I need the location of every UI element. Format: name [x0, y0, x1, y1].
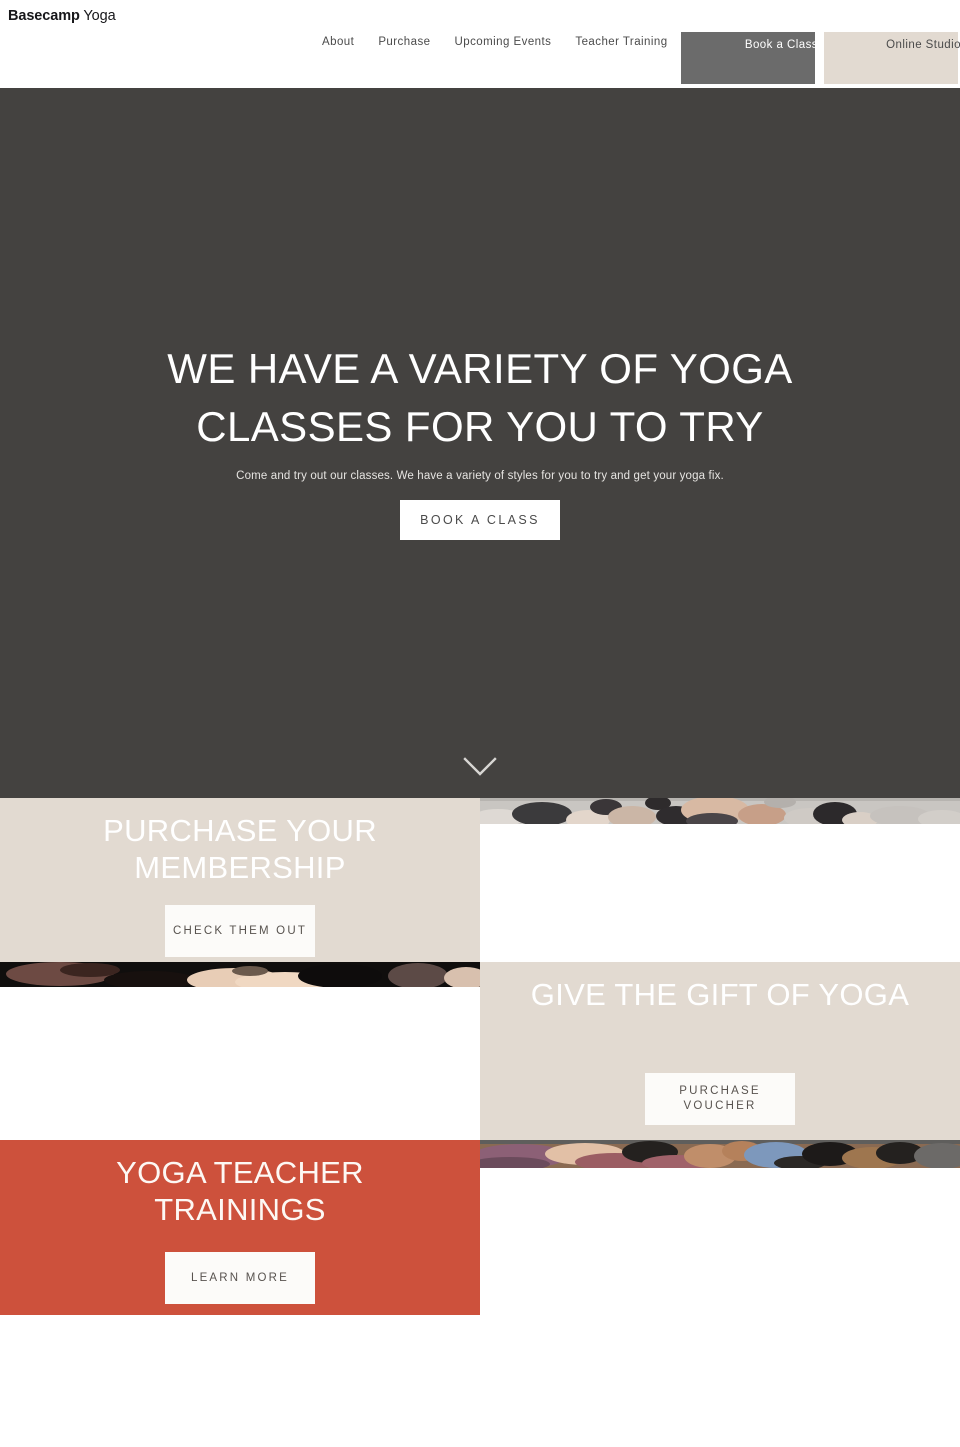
site-header: Basecamp Yoga About Purchase Upcoming Ev…: [0, 0, 960, 88]
tile-membership-photo[interactable]: [480, 798, 960, 962]
tile-teacher-training-heading: YOGA TEACHER TRAININGS: [116, 1155, 364, 1227]
book-a-class-label: Book a Class: [744, 39, 818, 51]
tile-teacher-trainings[interactable]: YOGA TEACHER TRAININGS LEARN MORE: [0, 1140, 480, 1315]
book-a-class-button[interactable]: Book a Class: [681, 32, 818, 84]
promo-tile-grid: PURCHASE YOUR MEMBERSHIP CHECK THEM OUT: [0, 798, 960, 1315]
nav-item-purchase[interactable]: Purchase: [366, 35, 442, 49]
page-root: Basecamp Yoga About Purchase Upcoming Ev…: [0, 0, 960, 1447]
hero-book-a-class-button[interactable]: BOOK A CLASS: [400, 500, 560, 540]
yoga-studio-class-photo: [480, 1140, 960, 1171]
tile-gift-of-yoga[interactable]: GIVE THE GIFT OF YOGA PURCHASE VOUCHER: [480, 962, 960, 1140]
site-logo-wordmark[interactable]: Basecamp Yoga: [8, 7, 116, 25]
tile-membership-heading: PURCHASE YOUR MEMBERSHIP: [103, 813, 377, 885]
yoga-class-photo: [480, 798, 960, 830]
tile-gift-photo[interactable]: [0, 962, 480, 1140]
brand-name-light: Yoga: [83, 8, 116, 24]
check-them-out-button[interactable]: CHECK THEM OUT: [165, 905, 315, 957]
promo-row-2: GIVE THE GIFT OF YOGA PURCHASE VOUCHER: [0, 962, 960, 1140]
online-studio-button[interactable]: Online Studio: [824, 32, 960, 84]
tile-teacher-training-photo[interactable]: [480, 1140, 960, 1315]
tile-purchase-membership[interactable]: PURCHASE YOUR MEMBERSHIP CHECK THEM OUT: [0, 798, 480, 962]
hero-title: WE HAVE A VARIETY OF YOGA CLASSES FOR YO…: [167, 345, 793, 450]
yoga-hands-photo: [0, 962, 480, 992]
hero-section: WE HAVE A VARIETY OF YOGA CLASSES FOR YO…: [0, 88, 960, 798]
learn-more-button[interactable]: LEARN MORE: [165, 1252, 315, 1304]
brand-name-bold: Basecamp: [8, 8, 80, 24]
purchase-voucher-button[interactable]: PURCHASE VOUCHER: [645, 1073, 795, 1125]
header-action-buttons: Book a Class Online Studio: [681, 32, 960, 84]
site-footer: Timetable Memberships Workshops & Progra…: [0, 1315, 960, 1445]
nav-item-teacher-training[interactable]: Teacher Training: [563, 35, 679, 49]
online-studio-label: Online Studio: [886, 39, 960, 51]
main-navigation: About Purchase Upcoming Events Teacher T…: [310, 35, 680, 49]
nav-item-upcoming-events[interactable]: Upcoming Events: [443, 35, 564, 49]
tile-gift-heading: GIVE THE GIFT OF YOGA: [530, 977, 910, 1012]
nav-item-about[interactable]: About: [310, 35, 366, 49]
promo-row-3: YOGA TEACHER TRAININGS LEARN MORE: [0, 1140, 960, 1315]
promo-row-1: PURCHASE YOUR MEMBERSHIP CHECK THEM OUT: [0, 798, 960, 962]
chevron-down-icon[interactable]: [463, 756, 497, 778]
hero-subtitle: Come and try out our classes. We have a …: [236, 470, 724, 482]
